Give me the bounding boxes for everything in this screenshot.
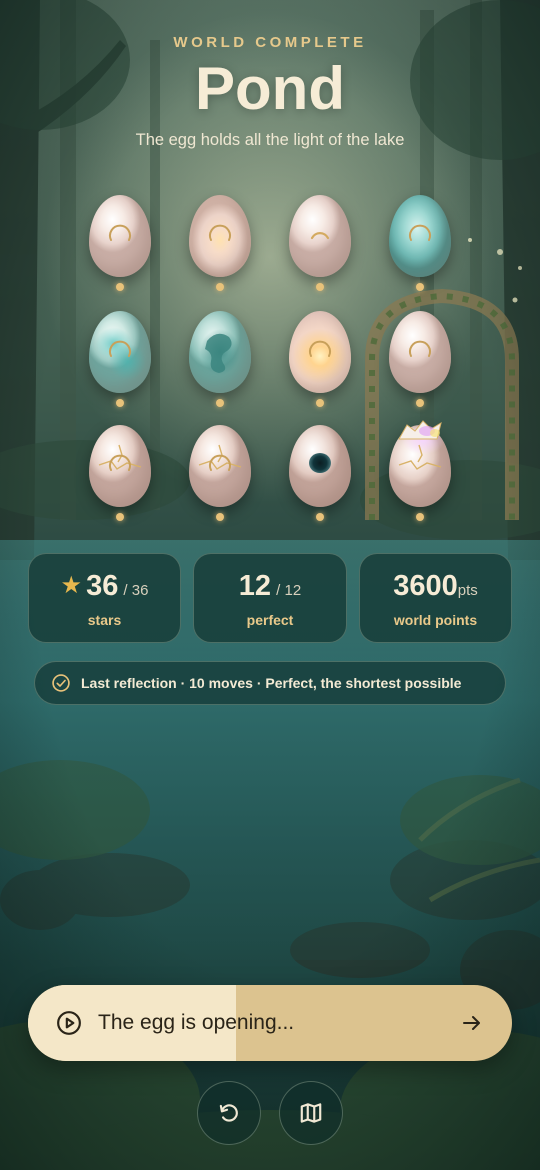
egg-slot[interactable] [285,311,355,411]
egg-slot[interactable] [285,195,355,295]
replay-button[interactable] [197,1081,261,1145]
egg-teal-mix [89,311,151,393]
egg-progress-dot [216,283,224,291]
stars-label: stars [87,612,122,628]
egg-progress-dot [116,513,124,521]
perfect-stat-card: 12 / 12 perfect [193,553,347,643]
points-unit: pts [457,582,478,599]
egg-hole [289,425,351,507]
egg-opening-label: The egg is opening... [98,1011,295,1034]
stats-row: ★ 36 / 36 stars 12 / 12 perfect 3600pts w… [28,553,512,643]
egg-opening [389,420,451,507]
egg-progress-dot [116,283,124,291]
egg-slot[interactable] [285,425,355,525]
egg-progress-dot [116,399,124,407]
last-reflection-pill: Last reflection · 10 moves · Perfect, th… [34,661,506,705]
shell-fragment-icon [398,420,442,440]
dragon-silhouette-icon [205,333,232,373]
perfect-total: / 12 [276,582,302,599]
map-button[interactable] [279,1081,343,1145]
egg-slot[interactable] [85,195,155,295]
egg-progress-dot [316,283,324,291]
stars-value: 36 [86,570,119,602]
world-complete-header: WORLD COMPLETE Pond The egg holds all th… [0,34,540,150]
egg-slot[interactable] [85,425,155,525]
ring-mark-icon [109,224,131,241]
points-value: 3600 [393,570,458,602]
replay-icon [219,1104,238,1122]
egg-progress-dot [416,513,424,521]
last-reflection-text: Last reflection · 10 moves · Perfect, th… [81,675,462,691]
egg-progress-dot [316,513,324,521]
egg-progress-dot [316,399,324,407]
egg-progress-dot [416,399,424,407]
ring-mark-icon [409,340,431,357]
egg-slot[interactable] [185,425,255,525]
egg-progress-dot [416,283,424,291]
egg-slot[interactable] [385,420,455,525]
egg-slot[interactable] [185,195,255,295]
egg-dragon [189,311,251,393]
points-label: world points [393,612,478,628]
egg-slot[interactable] [185,311,255,411]
ring-mark-icon [309,340,331,357]
egg-pearl [89,195,151,277]
stars-stat-card: ★ 36 / 36 stars [28,553,181,643]
perfect-label: perfect [246,612,294,628]
arrow-right-icon [463,1016,480,1030]
check-circle-icon [52,674,70,692]
world-complete-eyebrow: WORLD COMPLETE [173,34,367,51]
ring-mark-icon [409,224,431,241]
egg-pearl [389,311,451,393]
stars-total: / 36 [123,582,149,599]
egg-cracked [89,425,151,507]
egg-glow [289,311,351,393]
world-title: Pond [195,55,345,122]
egg-progress-dot [216,399,224,407]
egg-slot[interactable] [385,195,455,295]
egg-warm [189,195,251,277]
world-subtitle: The egg holds all the light of the lake [135,131,405,149]
egg-hole-eye-icon [309,453,331,473]
ring-mark-icon [209,224,231,241]
ring-mark-icon [209,454,231,471]
egg-slot[interactable] [385,311,455,411]
play-circle-icon [57,1011,81,1035]
ring-mark-icon [109,454,131,471]
egg-progress-dot [216,513,224,521]
ring-mark-icon [109,340,131,357]
star-icon: ★ [60,571,83,599]
egg-teal [389,195,451,277]
egg-cracked [189,425,251,507]
perfect-value: 12 [238,570,272,602]
map-icon [300,1103,322,1123]
egg-pearl [289,195,351,277]
points-stat-card: 3600pts world points [359,553,512,643]
crescent-mark-icon [310,232,330,240]
egg-slot[interactable] [85,311,155,411]
egg-opening-button[interactable]: The egg is opening... [28,985,512,1061]
